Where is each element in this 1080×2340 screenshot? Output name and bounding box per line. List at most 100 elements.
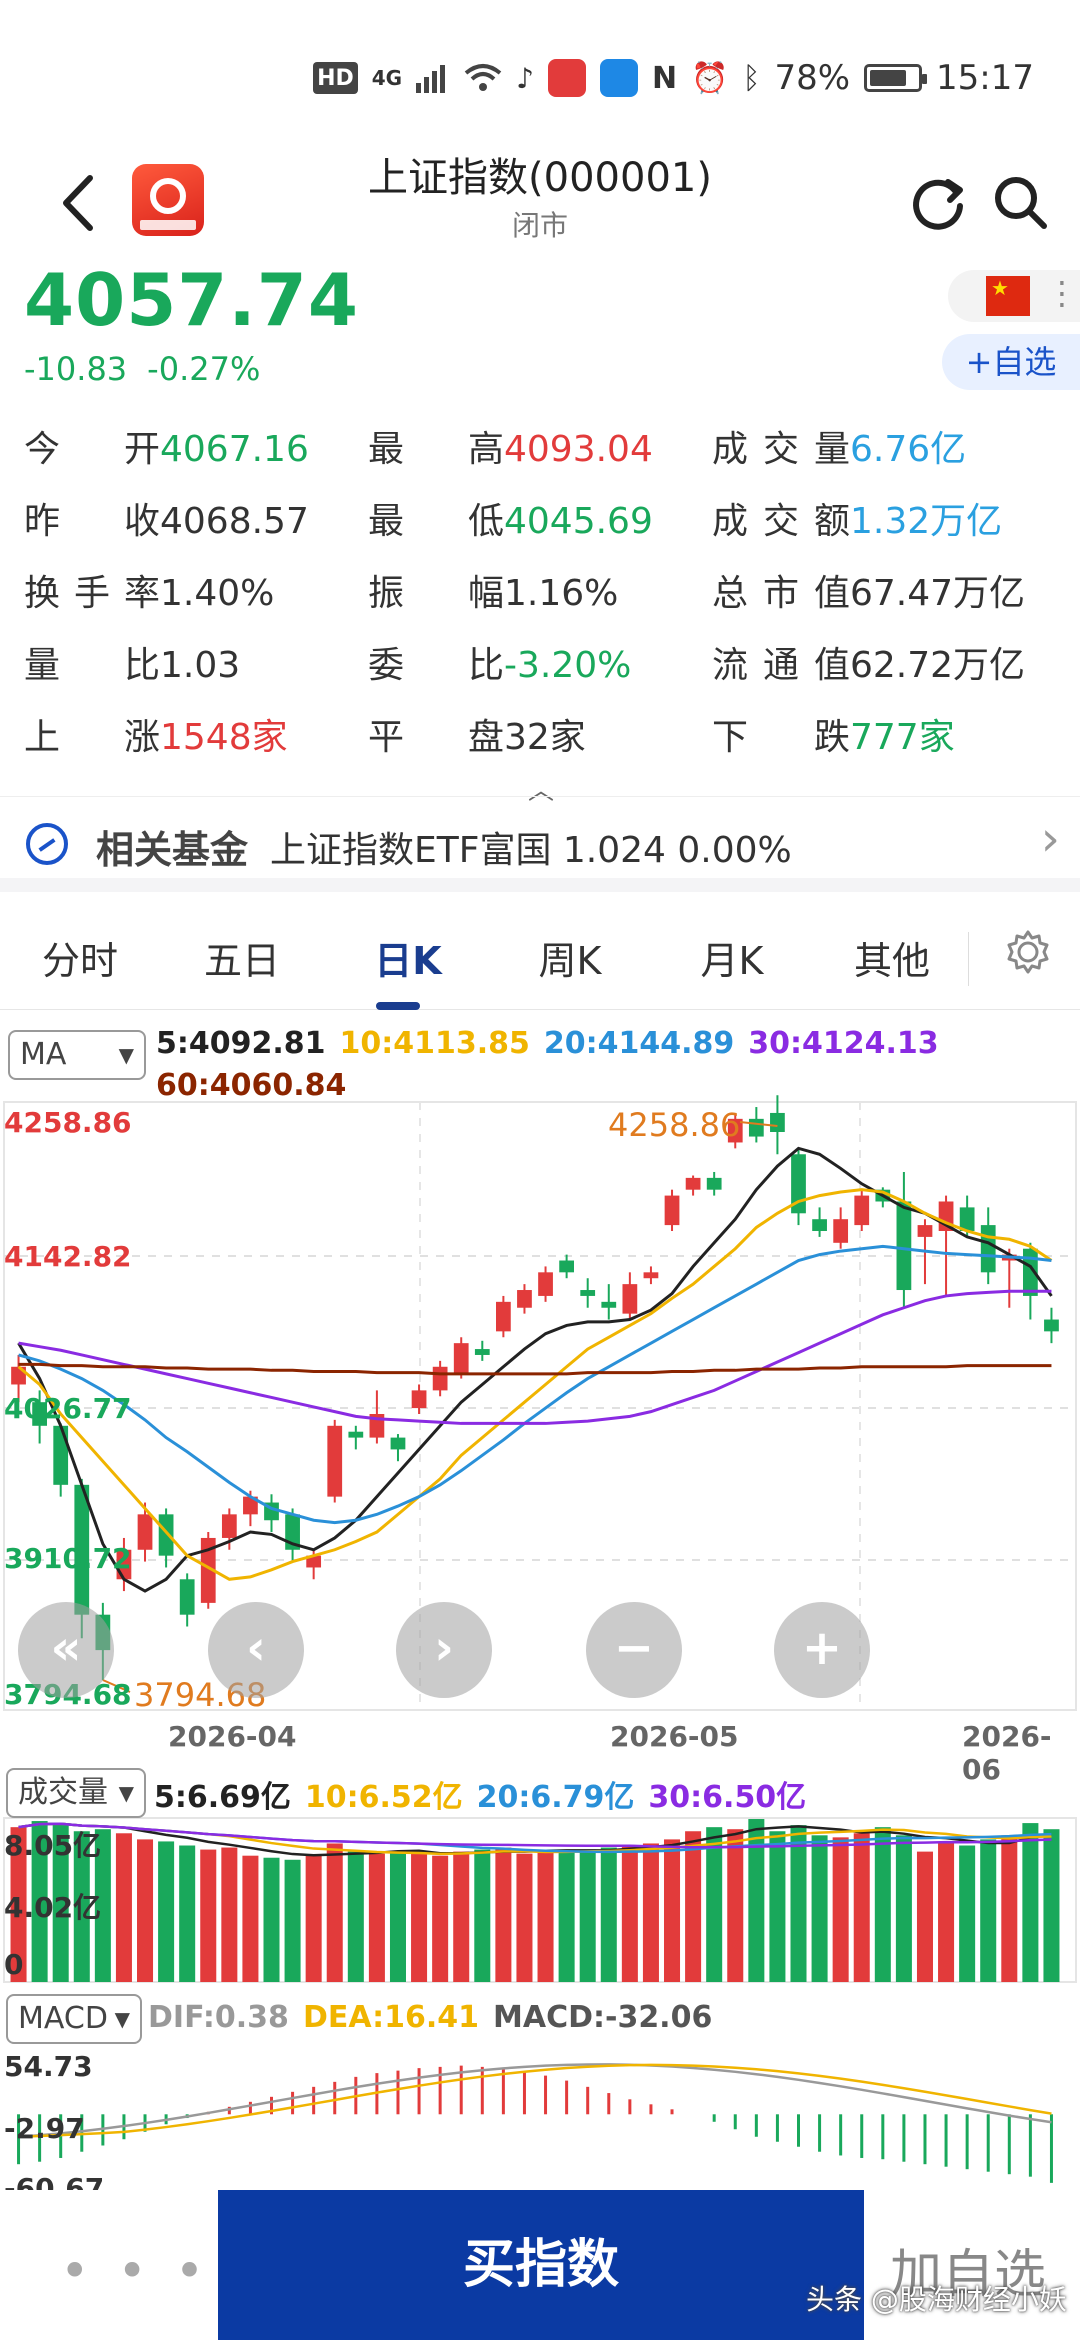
volume-bar: [790, 1825, 807, 1982]
volume-bar: [284, 1859, 301, 1982]
volume-bar: [1022, 1823, 1039, 1982]
candle-body: [664, 1195, 680, 1226]
legend-entry: DIF:0.38: [148, 2000, 289, 2035]
candle-body: [474, 1349, 490, 1355]
date-axis-label: 2026-06: [962, 1720, 1052, 1786]
ma20-line: [18, 1244, 1052, 1525]
volume-bar: [158, 1841, 175, 1982]
candle-body: [327, 1425, 343, 1497]
next-button[interactable]: ›: [396, 1602, 492, 1698]
kline-chart[interactable]: [0, 0, 1080, 2190]
volume-indicator-select[interactable]: 成交量 ▼: [6, 1768, 146, 1818]
candle-body: [53, 1425, 69, 1485]
volume-bar: [811, 1835, 828, 1982]
volume-bar: [832, 1837, 849, 1982]
candle-body: [1044, 1319, 1059, 1332]
candle-body: [748, 1118, 764, 1137]
candle-body: [137, 1514, 153, 1550]
volume-bar: [1001, 1835, 1018, 1982]
candle-body: [833, 1219, 849, 1243]
volume-legend: 5:6.69亿 10:6.52亿 20:6.79亿 30:6.50亿: [154, 1772, 820, 1816]
candle-body: [854, 1195, 870, 1226]
price-axis-label: 4258.86: [4, 1106, 132, 1139]
candle-body: [917, 1225, 933, 1237]
candle-body: [706, 1177, 722, 1190]
date-axis-label: 2026-04: [168, 1720, 297, 1753]
volume-bar: [537, 1851, 554, 1982]
candle-body: [580, 1290, 596, 1296]
zoom-in-button[interactable]: +: [774, 1602, 870, 1698]
macd-axis-label: 54.73: [4, 2050, 93, 2083]
watermark: 头条 @股海财经小妖: [806, 2283, 1067, 2316]
price-axis-label: 4026.77: [4, 1392, 132, 1425]
candle-body: [390, 1437, 406, 1450]
buy-index-button[interactable]: 买指数: [218, 2190, 864, 2340]
volume-bar: [453, 1851, 470, 1982]
legend-entry: 20:6.79亿: [476, 1780, 635, 1815]
candle-body: [221, 1514, 237, 1538]
volume-bar: [115, 1833, 132, 1982]
candle-body: [601, 1301, 617, 1308]
jump-start-button[interactable]: «: [18, 1602, 114, 1698]
volume-bar: [685, 1831, 702, 1982]
macd-dea-line: [18, 2063, 1052, 2139]
macd-indicator-select[interactable]: MACD ▼: [6, 1994, 142, 2044]
caret-down-icon: ▼: [118, 1781, 134, 1805]
date-axis-label: 2026-05: [610, 1720, 739, 1753]
candle-body: [432, 1366, 448, 1391]
candle-body: [348, 1431, 364, 1438]
volume-bar: [368, 1853, 385, 1982]
volume-bar: [1043, 1829, 1060, 1982]
macd-select-label: MACD: [18, 2001, 108, 2036]
price-axis-label: 3910.72: [4, 1542, 132, 1575]
volume-bar: [242, 1855, 259, 1982]
volume-bar: [221, 1847, 238, 1982]
zoom-out-button[interactable]: −: [586, 1602, 682, 1698]
volume-bar: [642, 1843, 659, 1982]
candle-body: [179, 1579, 195, 1615]
candle-body: [453, 1343, 469, 1373]
price-axis-label: 4142.82: [4, 1240, 132, 1273]
candle-body: [559, 1260, 574, 1273]
candle-body: [685, 1177, 701, 1190]
volume-bar: [895, 1835, 912, 1982]
candle-body: [643, 1272, 659, 1279]
legend-entry: 30:6.50亿: [648, 1780, 807, 1815]
volume-bar: [305, 1855, 322, 1982]
volume-bar: [621, 1845, 638, 1982]
volume-bar: [474, 1849, 491, 1982]
high-marker-label: 4258.86: [608, 1106, 741, 1144]
candle-body: [411, 1390, 427, 1409]
ma30-line: [18, 1289, 1052, 1425]
volume-axis-label: 0: [4, 1948, 24, 1981]
volume-bar: [706, 1827, 723, 1982]
volume-bar: [600, 1847, 617, 1982]
volume-bar: [916, 1851, 933, 1982]
legend-entry: DEA:16.41: [302, 2000, 479, 2035]
candle-body: [517, 1290, 532, 1308]
volume-bar: [664, 1839, 681, 1982]
volume-bar: [980, 1839, 997, 1982]
volume-bar: [263, 1857, 280, 1982]
ma60-line: [18, 1362, 1052, 1376]
kline-frame: [3, 1101, 1077, 1711]
candle-body: [496, 1301, 511, 1332]
candle-body: [538, 1272, 553, 1296]
volume-select-label: 成交量: [18, 1775, 108, 1810]
candle-body: [622, 1284, 638, 1314]
candle-body: [770, 1112, 785, 1132]
candle-body: [896, 1201, 912, 1291]
more-options-button[interactable]: • • •: [60, 2242, 210, 2300]
prev-button[interactable]: ‹: [208, 1602, 304, 1698]
volume-bar: [389, 1851, 406, 1982]
volume-bar: [727, 1829, 744, 1982]
volume-bar: [853, 1833, 870, 1982]
volume-bar: [137, 1839, 154, 1982]
legend-entry: MACD:-32.06: [493, 2000, 713, 2035]
macd-legend: DIF:0.38 DEA:16.41 MACD:-32.06: [148, 2000, 726, 2035]
candle-body: [980, 1225, 996, 1273]
legend-entry: 10:6.52亿: [304, 1780, 463, 1815]
volume-axis-label: 8.05亿: [4, 1829, 102, 1862]
volume-bar: [959, 1845, 976, 1982]
volume-bar: [558, 1849, 575, 1982]
